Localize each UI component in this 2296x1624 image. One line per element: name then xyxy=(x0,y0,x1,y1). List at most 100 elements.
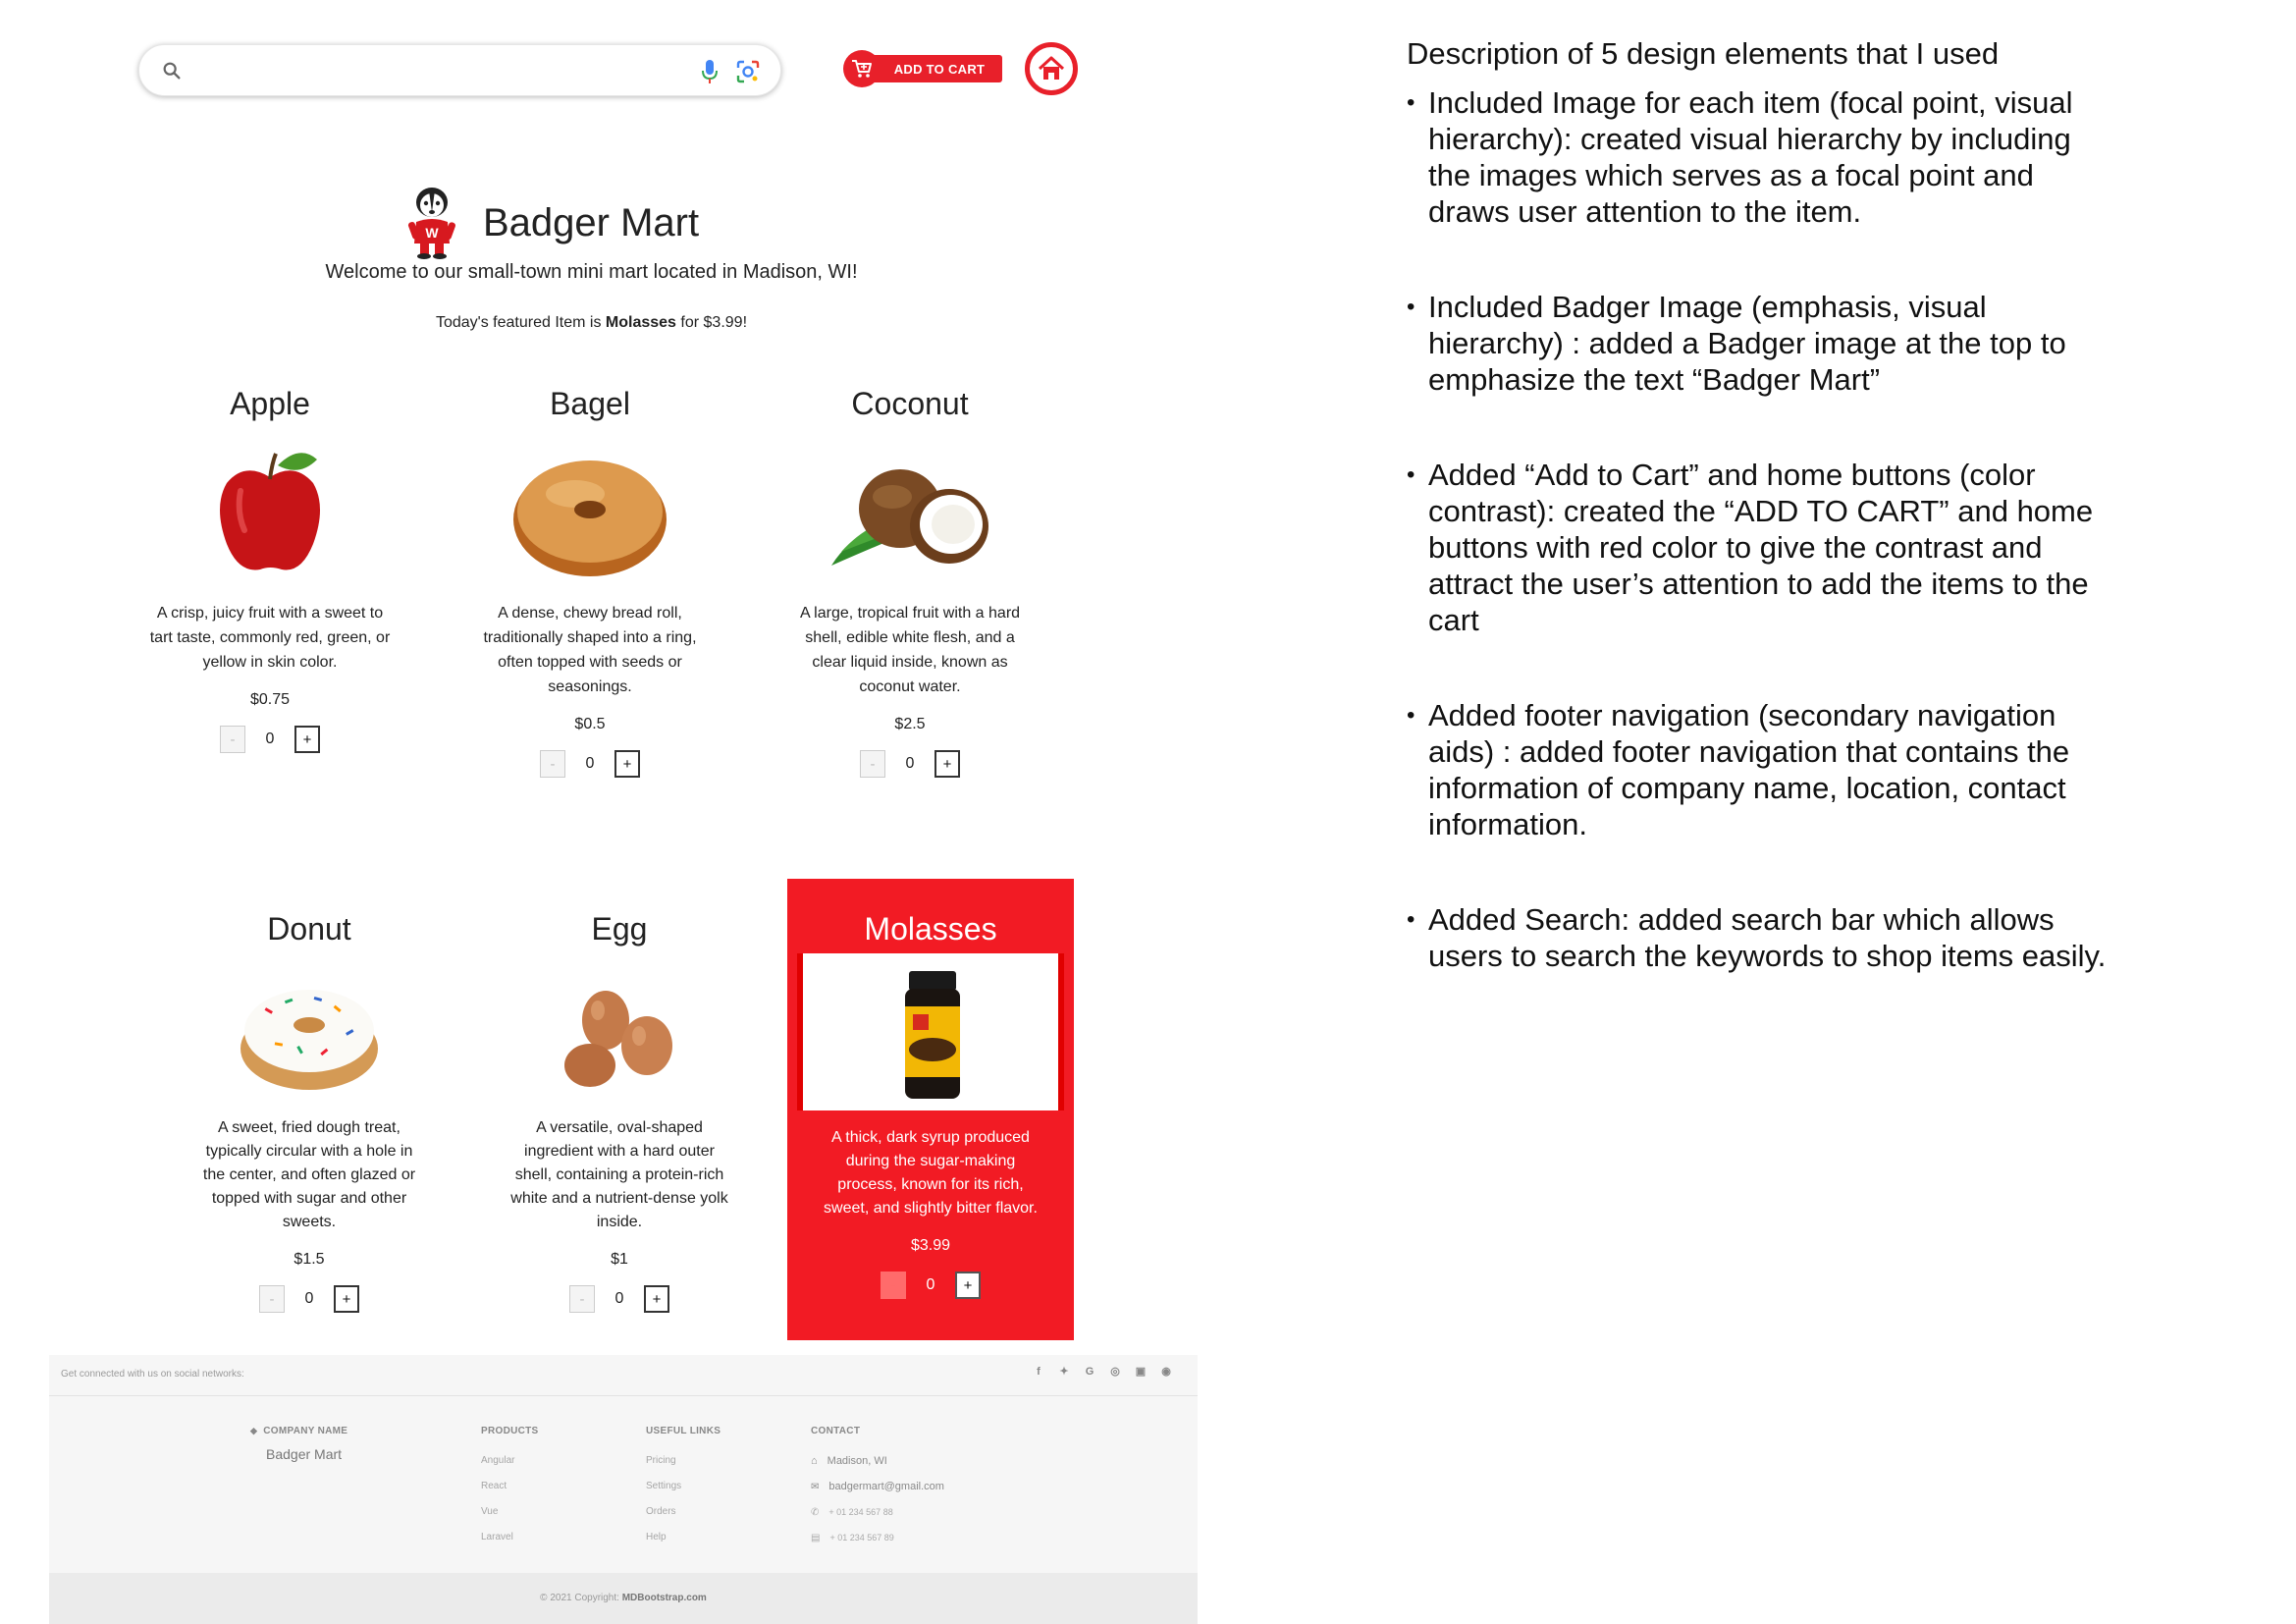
useful-links-heading: USEFUL LINKS xyxy=(646,1426,721,1436)
bullet-item-images: Included Image for each item (focal poin… xyxy=(1407,84,2113,230)
quantity-stepper: - 0 + xyxy=(448,750,732,778)
search-bar[interactable] xyxy=(138,44,781,96)
product-card-coconut: Coconut A large, tropical fruit with a h… xyxy=(768,381,1052,778)
increment-button[interactable]: + xyxy=(644,1285,669,1313)
contact-heading: CONTACT xyxy=(811,1426,861,1436)
description-bullets: Included Image for each item (focal poin… xyxy=(1407,84,2113,974)
product-price: $1 xyxy=(611,1251,628,1268)
bagel-image xyxy=(448,440,732,587)
contact-email-text[interactable]: badgermart@gmail.com xyxy=(828,1481,944,1492)
footer-useful-links-column: USEFUL LINKS Pricing Settings Orders Hel… xyxy=(646,1426,721,1550)
printer-icon: ▤ xyxy=(811,1532,821,1543)
design-description-panel: Description of 5 design elements that I … xyxy=(1407,35,2113,1033)
company-name: Badger Mart xyxy=(266,1446,343,1462)
contact-email: ✉ badgermart@gmail.com xyxy=(811,1474,944,1499)
gem-icon: ◆ xyxy=(250,1426,258,1435)
decrement-button[interactable]: - xyxy=(540,750,565,778)
quantity-value: 0 xyxy=(905,755,915,772)
footer-link-vue[interactable]: Vue xyxy=(481,1499,539,1525)
footer-company-column: ◆ COMPANY NAME Badger Mart xyxy=(250,1426,347,1462)
product-description: A large, tropical fruit with a hard shel… xyxy=(799,605,1021,695)
egg-image xyxy=(477,965,762,1103)
search-icon xyxy=(163,62,181,80)
envelope-icon: ✉ xyxy=(811,1481,820,1492)
footer-link-laravel[interactable]: Laravel xyxy=(481,1525,539,1550)
social-text: Get connected with us on social networks… xyxy=(61,1369,244,1380)
footer-social-row: Get connected with us on social networks… xyxy=(49,1355,1198,1396)
increment-button[interactable]: + xyxy=(614,750,640,778)
svg-text:W: W xyxy=(425,225,439,241)
quantity-stepper: - 0 + xyxy=(167,1285,452,1313)
bullet-item-badger: Included Badger Image (emphasis, visual … xyxy=(1407,289,2113,398)
featured-suffix: for $3.99! xyxy=(680,314,748,331)
brand-title: Badger Mart xyxy=(483,201,700,244)
facebook-icon[interactable]: f xyxy=(1033,1365,1044,1379)
search-input[interactable] xyxy=(196,53,687,88)
footer-link-settings[interactable]: Settings xyxy=(646,1474,721,1499)
footer-contact-column: CONTACT ⌂ Madison, WI ✉ badgermart@gmail… xyxy=(811,1426,944,1550)
increment-button[interactable]: + xyxy=(955,1272,981,1299)
product-card-egg: Egg A versatile, oval-shaped ingredient … xyxy=(477,906,762,1313)
products-heading: PRODUCTS xyxy=(481,1426,539,1436)
add-to-cart-button[interactable]: ADD TO CART xyxy=(843,50,1002,87)
footer-link-react[interactable]: React xyxy=(481,1474,539,1499)
featured-item-name: Molasses xyxy=(605,314,676,331)
quantity-stepper: - 0 + xyxy=(787,1272,1074,1299)
google-icon[interactable]: G xyxy=(1084,1365,1095,1379)
quantity-value: 0 xyxy=(265,731,275,747)
featured-item-text: Today's featured Item is Molasses for $3… xyxy=(0,314,1183,332)
company-heading-text: COMPANY NAME xyxy=(263,1426,348,1436)
copyright-prefix: © 2021 Copyright: xyxy=(540,1593,619,1603)
linkedin-icon[interactable]: ▣ xyxy=(1135,1365,1147,1379)
product-card-molasses-featured: Molasses A thick, dark syrup produced du… xyxy=(787,879,1074,1340)
instagram-icon[interactable]: ◎ xyxy=(1109,1365,1121,1379)
github-icon[interactable]: ◉ xyxy=(1160,1365,1172,1379)
decrement-button[interactable]: - xyxy=(881,1272,906,1299)
footer-products-column: PRODUCTS Angular React Vue Laravel xyxy=(481,1426,539,1550)
apple-image xyxy=(128,440,412,587)
featured-card-details: A thick, dark syrup produced during the … xyxy=(787,1116,1074,1299)
increment-button[interactable]: + xyxy=(934,750,960,778)
product-price: $0.5 xyxy=(574,716,606,732)
microphone-icon[interactable] xyxy=(698,58,721,85)
twitter-icon[interactable]: ✦ xyxy=(1058,1365,1070,1379)
decrement-button[interactable]: - xyxy=(220,726,245,753)
footer-link-angular[interactable]: Angular xyxy=(481,1448,539,1474)
decrement-button[interactable]: - xyxy=(259,1285,285,1313)
site-footer: Get connected with us on social networks… xyxy=(49,1355,1198,1624)
phone-icon: ✆ xyxy=(811,1506,820,1518)
contact-fax: ▤ + 01 234 567 89 xyxy=(811,1525,944,1550)
contact-phone-text: + 01 234 567 88 xyxy=(828,1507,893,1517)
coconut-image xyxy=(768,440,1052,587)
footer-link-orders[interactable]: Orders xyxy=(646,1499,721,1525)
decrement-button[interactable]: - xyxy=(860,750,885,778)
bullet-item-cart-home: Added “Add to Cart” and home buttons (co… xyxy=(1407,457,2113,638)
social-icons: f ✦ G ◎ ▣ ◉ xyxy=(1033,1365,1172,1379)
contact-phone: ✆ + 01 234 567 88 xyxy=(811,1499,944,1525)
product-name: Apple xyxy=(230,386,310,421)
molasses-image-frame xyxy=(797,953,1064,1110)
home-button[interactable] xyxy=(1025,42,1078,95)
camera-lens-icon[interactable] xyxy=(735,59,761,84)
quantity-stepper: - 0 + xyxy=(477,1285,762,1313)
increment-button[interactable]: + xyxy=(334,1285,359,1313)
quantity-value: 0 xyxy=(614,1290,624,1307)
product-description: A crisp, juicy fruit with a sweet to tar… xyxy=(149,605,391,671)
increment-button[interactable]: + xyxy=(294,726,320,753)
product-name: Donut xyxy=(267,911,351,947)
product-name: Bagel xyxy=(550,386,630,421)
bullet-item-footer: Added footer navigation (secondary navig… xyxy=(1407,697,2113,842)
product-name: Egg xyxy=(591,911,648,947)
decrement-button[interactable]: - xyxy=(569,1285,595,1313)
description-title: Description of 5 design elements that I … xyxy=(1407,36,2000,71)
company-heading: ◆ COMPANY NAME xyxy=(250,1426,347,1436)
product-price: $2.5 xyxy=(894,716,926,732)
product-description: A versatile, oval-shaped ingredient with… xyxy=(510,1119,728,1230)
cart-icon xyxy=(843,50,881,87)
footer-link-help[interactable]: Help xyxy=(646,1525,721,1550)
product-card-apple: Apple A crisp, juicy fruit with a sweet … xyxy=(128,381,412,753)
quantity-stepper: - 0 + xyxy=(768,750,1052,778)
footer-link-pricing[interactable]: Pricing xyxy=(646,1448,721,1474)
copyright-link[interactable]: MDBootstrap.com xyxy=(622,1593,707,1603)
product-price: $3.99 xyxy=(910,1237,951,1254)
